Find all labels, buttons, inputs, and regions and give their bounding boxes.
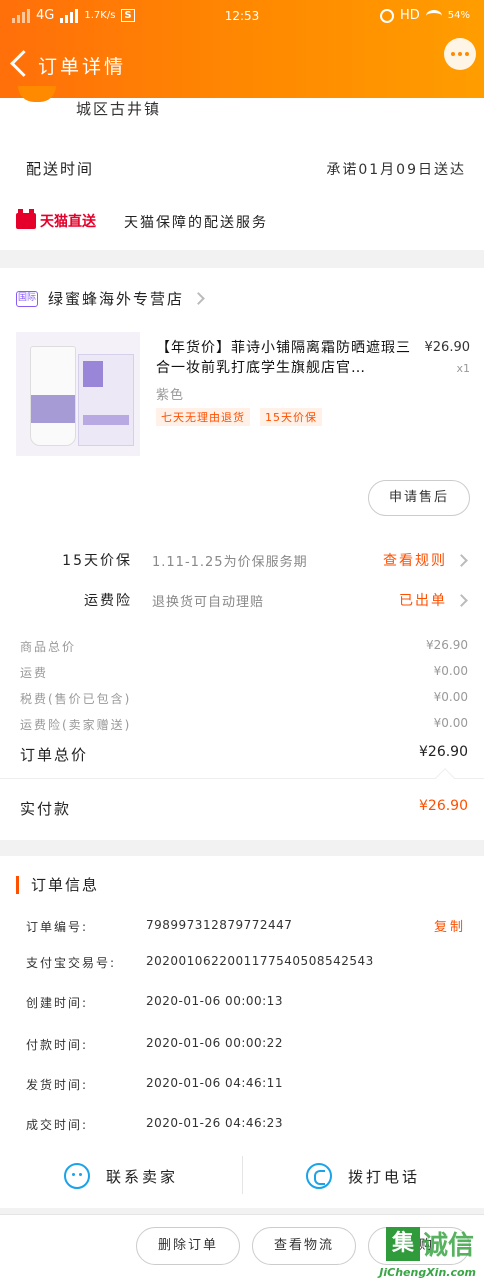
watermark: 集 诚信 — [385, 1225, 474, 1262]
fee-row: 商品总价 ¥26.90 — [20, 638, 468, 654]
product-title[interactable]: 【年货价】菲诗小铺隔离霜防晒遮瑕三合一妆前乳打底学生旗舰店官… — [156, 338, 414, 378]
divider-notch — [435, 768, 455, 788]
view-rules-link[interactable]: 查看规则 — [383, 550, 468, 570]
service-value: 退换货可自动理赔 — [152, 595, 265, 610]
copy-order-number-button[interactable]: 复制 — [434, 916, 466, 935]
international-badge: 国际 — [16, 290, 38, 307]
contact-seller-label: 联系卖家 — [106, 1167, 179, 1186]
chat-icon — [64, 1163, 90, 1189]
phone-icon — [306, 1163, 332, 1189]
price-protection-row[interactable]: 15天价保 1.11-1.25为价保服务期 查看规则 — [0, 548, 484, 572]
call-phone-label: 拨打电话 — [348, 1167, 421, 1186]
contact-seller-button[interactable]: 联系卖家 — [64, 1156, 178, 1196]
order-items-card: 国际 绿蜜蜂海外专营店 【年货价】菲诗小铺隔离霜防晒遮瑕三合一妆前乳打底学生旗舰… — [0, 268, 484, 840]
shipping-insurance-row[interactable]: 运费险 退换货可自动理赔 已出单 — [0, 588, 484, 612]
call-phone-button[interactable]: 拨打电话 — [306, 1156, 420, 1196]
delivery-card: 城区古井镇 配送时间 承诺01月09日送达 天猫直送 天猫保障的配送服务 — [0, 86, 484, 250]
service-value: 1.11-1.25为价保服务期 — [152, 555, 308, 570]
fee-row: 运费险(卖家赠送) ¥0.00 — [20, 716, 468, 732]
fee-row: 运费 ¥0.00 — [20, 664, 468, 680]
page-title: 订单详情 — [38, 56, 127, 78]
tag-seven-day-return: 七天无理由退货 — [156, 408, 250, 426]
address-text: 城区古井镇 — [76, 100, 162, 118]
watermark-logo: 集 — [385, 1226, 420, 1261]
tmall-direct-logo: 天猫直送 — [16, 209, 96, 232]
tmall-cat-icon — [16, 209, 36, 229]
chevron-right-icon — [455, 553, 468, 567]
shop-name[interactable]: 绿蜜蜂海外专营店 — [48, 288, 184, 309]
watermark-url: JiChengXin.com — [379, 1266, 476, 1279]
order-info-card: 订单信息 订单编号: 798997312879772447 复制 支付宝交易号: 2… — [0, 856, 484, 1208]
product-variant: 紫色 — [156, 388, 185, 403]
order-info-title: 订单信息 — [16, 876, 99, 894]
view-logistics-button[interactable]: 查看物流 — [252, 1227, 356, 1265]
hd-indicator: HD — [399, 8, 420, 23]
tag-price-protection: 15天价保 — [260, 408, 322, 426]
product-quantity: x1 — [456, 362, 470, 375]
chevron-right-icon — [455, 593, 468, 607]
service-tags: 七天无理由退货 15天价保 — [156, 408, 322, 426]
location-icon — [18, 86, 56, 102]
delete-order-button[interactable]: 删除订单 — [136, 1227, 240, 1265]
status-bar: 4G 1.7K/s S 12:53 HD 54% — [0, 6, 484, 28]
more-options-button[interactable] — [444, 38, 476, 70]
divider — [0, 778, 484, 779]
watermark-text: 诚信 — [421, 1231, 474, 1261]
tmall-service-text: 天猫保障的配送服务 — [124, 215, 268, 231]
delivery-time-label: 配送时间 — [26, 160, 95, 178]
service-key: 15天价保 — [62, 553, 132, 569]
header-bar: 4G 1.7K/s S 12:53 HD 54% 订单详情 — [0, 0, 484, 98]
product-price: ¥26.90 — [424, 340, 471, 355]
product-thumbnail[interactable] — [16, 332, 140, 456]
service-key: 运费险 — [84, 593, 132, 609]
battery-level: 54% — [447, 10, 470, 21]
delivery-time-value: 承诺01月09日送达 — [326, 162, 466, 178]
insurance-status-link[interactable]: 已出单 — [399, 590, 468, 610]
apply-after-sale-button[interactable]: 申请售后 — [368, 480, 470, 516]
alarm-icon — [379, 8, 394, 23]
shop-header[interactable]: 国际 绿蜜蜂海外专营店 — [16, 288, 205, 309]
chevron-right-icon — [192, 292, 205, 305]
fee-row: 税费(售价已包含) ¥0.00 — [20, 690, 468, 706]
back-arrow-icon[interactable] — [8, 50, 28, 78]
divider — [242, 1156, 243, 1194]
wifi-icon — [425, 9, 442, 22]
